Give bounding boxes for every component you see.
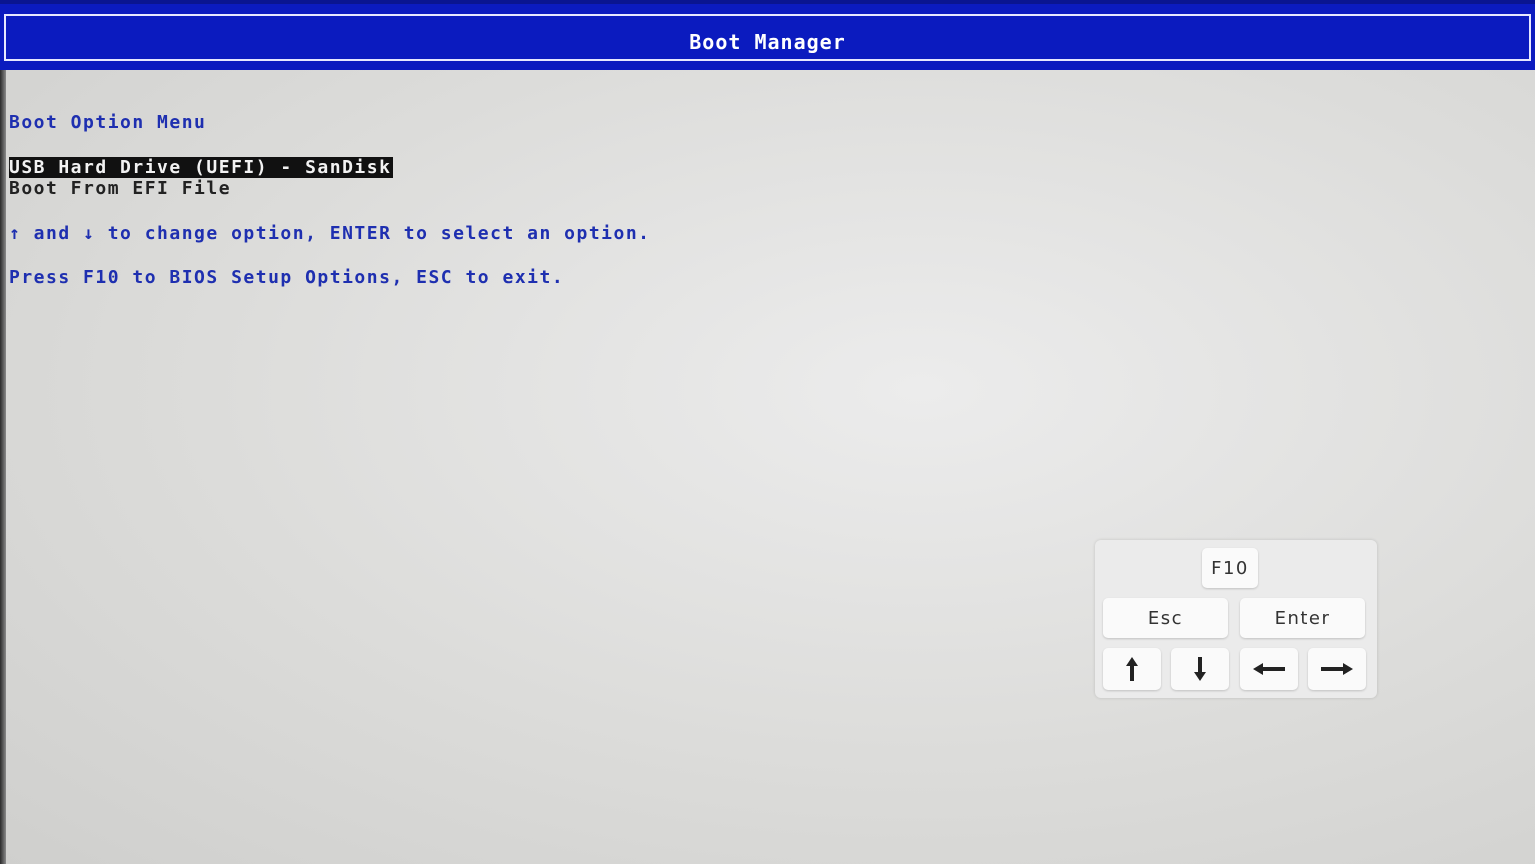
arrow-right-icon — [1321, 663, 1353, 675]
screen-bezel-edge — [0, 60, 6, 864]
boot-option-efi-file[interactable]: Boot From EFI File — [9, 178, 231, 199]
enter-key[interactable]: Enter — [1240, 598, 1365, 638]
boot-option-usb-sandisk[interactable]: USB Hard Drive (UEFI) - SanDisk — [9, 157, 394, 178]
down-arrow-key[interactable] — [1171, 648, 1229, 690]
right-arrow-key[interactable] — [1308, 648, 1366, 690]
arrow-down-icon — [1194, 657, 1206, 681]
left-arrow-key[interactable] — [1240, 648, 1298, 690]
help-navigation-text: ↑ and ↓ to change option, ENTER to selec… — [9, 223, 651, 244]
esc-key[interactable]: Esc — [1103, 598, 1228, 638]
help-setup-text: Press F10 to BIOS Setup Options, ESC to … — [9, 267, 565, 288]
up-arrow-key[interactable] — [1103, 648, 1161, 690]
esc-key-label: Esc — [1147, 607, 1184, 629]
page-title: Boot Manager — [689, 30, 846, 54]
arrow-left-icon — [1253, 663, 1285, 675]
enter-key-label: Enter — [1274, 607, 1331, 629]
title-bar: Boot Manager — [0, 0, 1535, 70]
arrow-up-icon — [1126, 657, 1138, 681]
f10-key-label: F10 — [1211, 557, 1249, 579]
menu-heading: Boot Option Menu — [9, 112, 207, 133]
on-screen-keypad: F10 Esc Enter — [1095, 540, 1377, 698]
title-frame: Boot Manager — [4, 14, 1531, 61]
f10-key[interactable]: F10 — [1202, 548, 1258, 588]
